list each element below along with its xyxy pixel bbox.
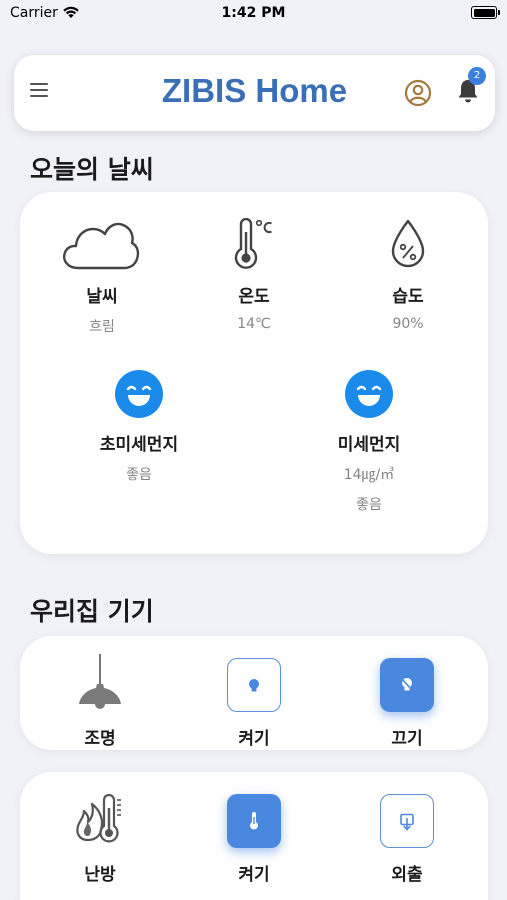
ultrafine-dust-value: 좋음 xyxy=(126,467,152,483)
weather-section-title: 오늘의 날씨 xyxy=(30,155,154,184)
lighting-card: 조명 켜기 끄기 xyxy=(20,636,488,750)
profile-icon[interactable] xyxy=(404,79,432,107)
temperature-label: 온도 xyxy=(238,287,270,307)
heating-label: 난방 xyxy=(84,865,116,885)
heating-on-control[interactable]: 켜기 xyxy=(214,788,294,885)
ultrafine-dust-label: 초미세먼지 xyxy=(99,435,179,455)
heat-on-label: 켜기 xyxy=(238,865,270,885)
humidity-drop-icon xyxy=(391,219,425,268)
humidity-label: 습도 xyxy=(392,287,424,307)
battery-icon xyxy=(471,6,500,19)
devices-section-title: 우리집 기기 xyxy=(30,597,154,626)
light-off-button[interactable] xyxy=(380,658,434,712)
smile-face-icon xyxy=(115,370,163,418)
temperature: 온도 14℃ xyxy=(206,192,302,342)
thermometer-icon xyxy=(250,812,258,830)
light-off-label: 끄기 xyxy=(391,729,423,749)
smile-face-icon xyxy=(345,370,393,418)
light-on-label: 켜기 xyxy=(238,729,270,749)
humidity-value: 90% xyxy=(392,316,424,332)
weather-condition: 날씨 흐림 xyxy=(54,192,150,342)
pendant-lamp-icon xyxy=(79,654,121,709)
heating-icon xyxy=(76,793,121,843)
ultrafine-dust: 초미세먼지 좋음 xyxy=(84,366,194,486)
heat-away-label: 외출 xyxy=(391,865,423,885)
heat-on-button[interactable] xyxy=(227,794,281,848)
heating-away-control[interactable]: 외출 xyxy=(367,788,447,885)
light-on-button[interactable] xyxy=(227,658,281,712)
heat-away-button[interactable] xyxy=(380,794,434,848)
lighting-off-control[interactable]: 끄기 xyxy=(367,652,447,749)
cloud-icon xyxy=(63,222,140,270)
fine-dust-amount: 14㎍/㎥ xyxy=(343,467,395,483)
hamburger-menu-icon[interactable] xyxy=(30,83,48,99)
humidity: 습도 90% xyxy=(360,192,456,342)
away-icon xyxy=(400,813,414,831)
lighting-label: 조명 xyxy=(84,729,116,749)
notification-badge: 2 xyxy=(468,67,486,85)
fine-dust-label: 미세먼지 xyxy=(337,435,401,455)
app-header: ZIBIS Home 2 xyxy=(14,55,495,131)
heating-card: 난방 켜기 외출 xyxy=(20,772,488,900)
thermometer-icon xyxy=(234,218,272,269)
weather-value: 흐림 xyxy=(89,319,115,335)
lightbulb-off-icon xyxy=(400,677,414,692)
weather-card: 날씨 흐림 온도 14℃ 습도 90% 초미세먼지 좋음 미세먼지 14㎍/㎥ … xyxy=(20,192,488,554)
status-bar: Carrier 1:42 PM xyxy=(0,0,507,30)
lightbulb-icon xyxy=(249,679,259,692)
weather-label: 날씨 xyxy=(86,287,118,307)
temperature-value: 14℃ xyxy=(237,316,271,332)
lighting-device: 조명 xyxy=(60,652,140,749)
heating-device: 난방 xyxy=(60,788,140,885)
lighting-on-control[interactable]: 켜기 xyxy=(214,652,294,749)
fine-dust: 미세먼지 14㎍/㎥ 좋음 xyxy=(314,366,424,516)
fine-dust-value: 좋음 xyxy=(356,497,382,513)
clock: 1:42 PM xyxy=(221,5,286,21)
